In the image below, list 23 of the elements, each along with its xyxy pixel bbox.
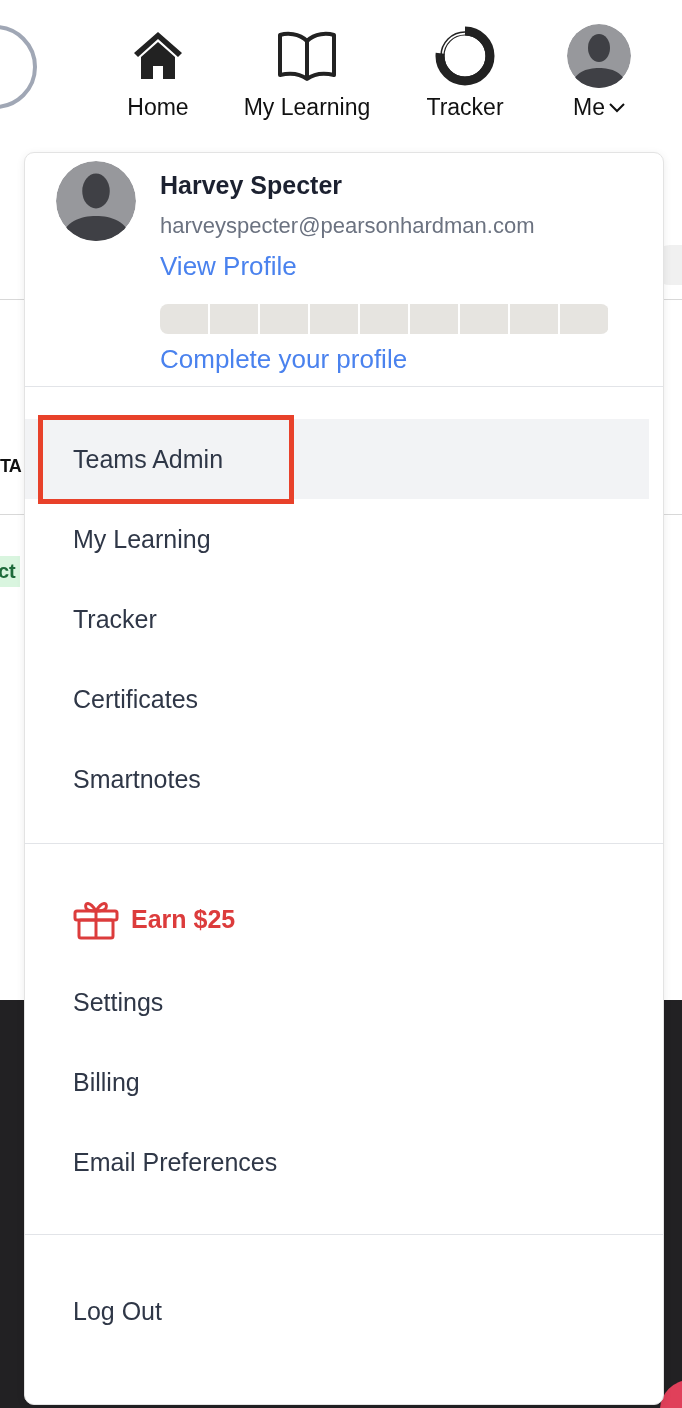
menu-item[interactable]: Certificates: [25, 659, 649, 739]
menu-item[interactable]: Settings: [25, 962, 649, 1042]
menu-item[interactable]: Log Out: [25, 1271, 649, 1351]
menu-item[interactable]: Smartnotes: [25, 739, 649, 819]
column-heading: TA: [0, 456, 21, 477]
nav-item[interactable]: Tracker: [391, 24, 539, 121]
caret-icon: [608, 102, 625, 113]
view-profile-link[interactable]: View Profile: [160, 251, 297, 282]
nav-item[interactable]: My Learning: [223, 24, 391, 121]
avatar-icon: [56, 161, 136, 241]
earn-reward-link[interactable]: Earn $25: [25, 876, 649, 962]
menu-item[interactable]: Email Preferences: [25, 1122, 649, 1202]
avatar-icon: [567, 24, 631, 88]
menu-item[interactable]: Billing: [25, 1042, 649, 1122]
progress-ring-icon: [435, 24, 495, 88]
menu-item[interactable]: My Learning: [25, 499, 649, 579]
menu-item[interactable]: Tracker: [25, 579, 649, 659]
nav-item[interactable]: Me: [539, 24, 659, 121]
menu-item[interactable]: Teams Admin: [25, 419, 649, 499]
user-name: Harvey Specter: [160, 171, 343, 200]
nav-item[interactable]: Home: [93, 24, 223, 121]
complete-profile-link[interactable]: Complete your profile: [160, 344, 408, 375]
user-email: harveyspecter@pearsonhardman.com: [160, 213, 535, 239]
